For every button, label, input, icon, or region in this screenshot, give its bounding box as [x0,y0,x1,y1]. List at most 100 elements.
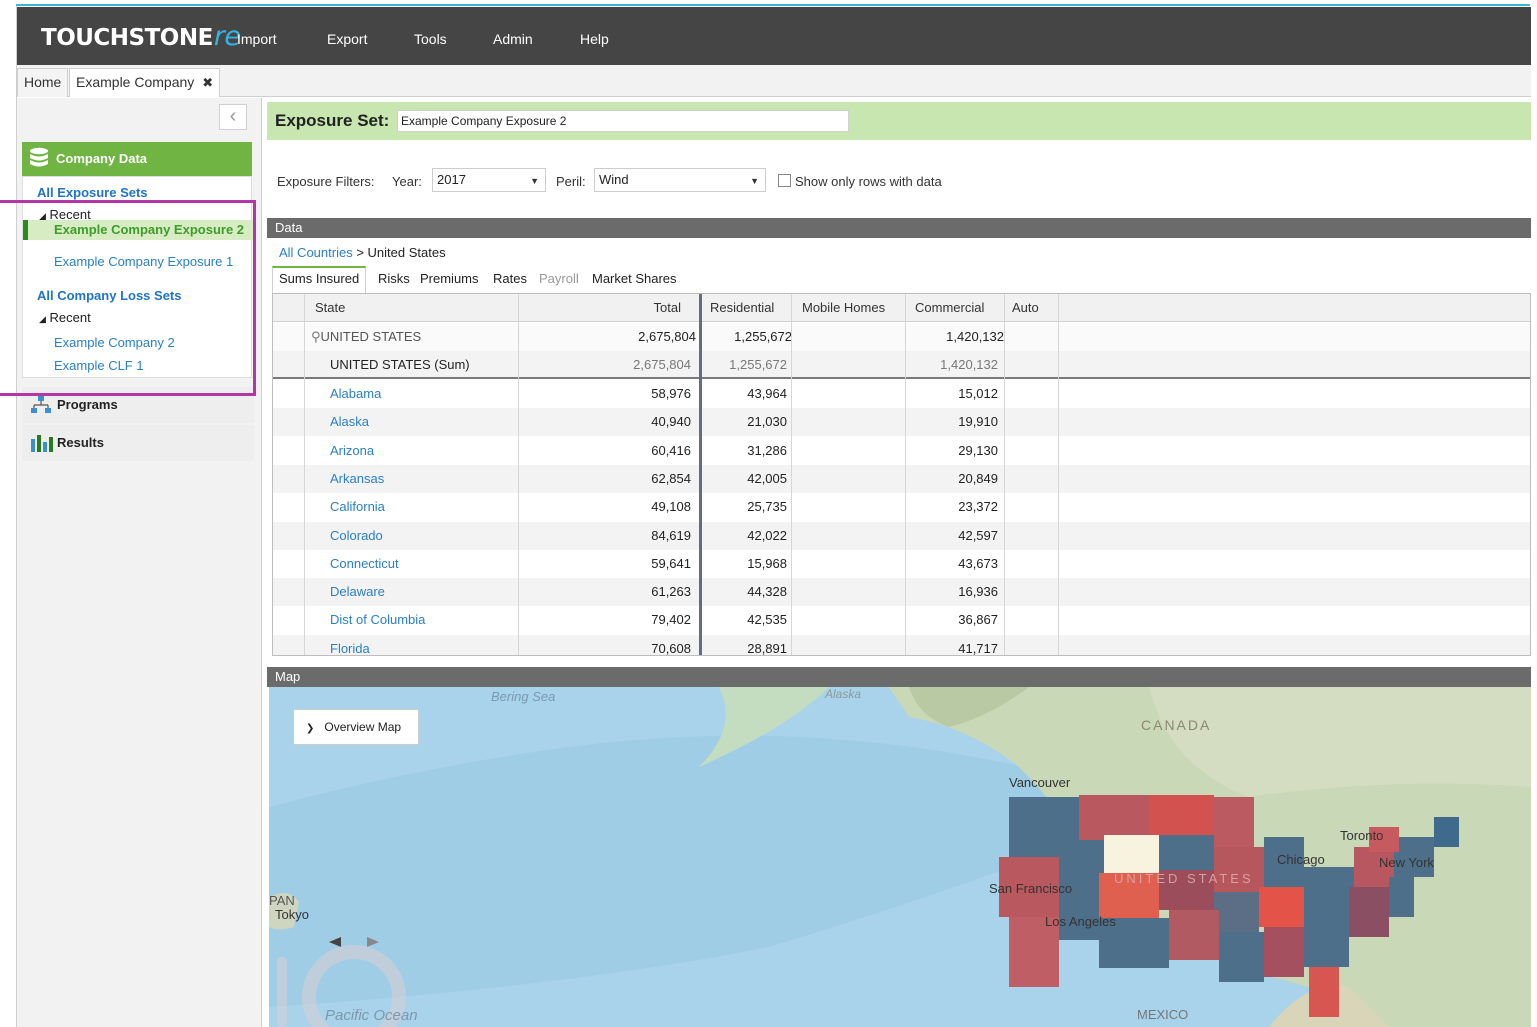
exposure-set-bar: Exposure Set: Example Company Exposure 2 [267,102,1531,140]
table-row[interactable]: Dist of Columbia 79,402 42,535 36,867 [273,606,1530,634]
column-header-state[interactable]: State [315,294,345,322]
map-label-new-york: New York [1379,855,1434,870]
menu-help[interactable]: Help [580,31,609,47]
recent-label: Recent [49,310,91,325]
expand-triangle-icon: ◢ [39,314,46,324]
loss-set-item[interactable]: Example Company 2 [54,335,175,350]
total-cell: 49,108 [651,499,691,515]
close-tab-icon[interactable]: ✖ [202,75,213,90]
state-link[interactable]: Connecticut [330,550,399,578]
all-loss-sets-link[interactable]: All Company Loss Sets [37,288,181,303]
column-divider [518,294,519,655]
state-link[interactable]: Colorado [330,522,383,550]
database-icon [30,147,48,167]
tab-home[interactable]: Home [17,68,69,97]
residential-cell: 15,968 [747,555,787,571]
state-link[interactable]: Delaware [330,578,385,606]
column-header-auto[interactable]: Auto [1012,294,1039,322]
column-divider [304,294,305,655]
commercial-cell: 20,849 [958,470,998,486]
map-label-united-states: UNITED STATES [1114,871,1254,886]
sidebar-item-programs[interactable]: Programs [22,387,254,423]
map-label-toronto: Toronto [1340,828,1384,843]
sum-row: UNITED STATES (Sum) 2,675,804 1,255,672 … [273,351,1530,379]
all-exposure-sets-link[interactable]: All Exposure Sets [37,185,148,200]
breadcrumb: All Countries > United States [279,245,446,260]
state-link[interactable]: Alaska [330,408,369,436]
company-data-label: Company Data [56,151,148,166]
recent-loss-toggle[interactable]: ◢ Recent [39,310,91,325]
residential-cell: 44,328 [747,584,787,600]
table-row[interactable]: Alabama 58,976 43,964 15,012 [273,380,1530,408]
peril-select[interactable]: Wind ▼ [594,168,766,192]
country-residential: 1,255,672 [734,329,792,344]
loss-set-item[interactable]: Example CLF 1 [54,358,144,373]
state-link[interactable]: Arkansas [330,465,384,493]
menu-export[interactable]: Export [327,31,367,47]
state-link[interactable]: Alabama [330,380,381,408]
column-header-commercial[interactable]: Commercial [915,294,984,322]
exposure-item[interactable]: Example Company Exposure 1 [54,254,233,269]
state-link[interactable]: California [330,493,385,521]
dropdown-caret-icon: ▼ [530,176,539,186]
tab-risks[interactable]: Risks [372,268,416,292]
tab-rates[interactable]: Rates [487,268,533,292]
menu-admin[interactable]: Admin [493,31,533,47]
commercial-cell: 16,936 [958,584,998,600]
column-header-mobile-homes[interactable]: Mobile Homes [802,294,885,322]
table-row[interactable]: California 49,108 25,735 23,372 [273,493,1530,521]
table-row[interactable]: Alaska 40,940 21,030 19,910 [273,408,1530,437]
state-link[interactable]: Dist of Columbia [330,606,425,634]
tab-payroll[interactable]: Payroll [533,268,585,292]
peril-label: Peril: [556,174,586,189]
exposure-set-field[interactable]: Example Company Exposure 2 [397,110,849,132]
total-cell: 60,416 [651,442,691,458]
chevron-down-icon: ❯ [306,723,315,734]
dropdown-caret-icon: ▼ [750,176,759,186]
map-label-san-francisco: San Francisco [989,881,1073,896]
commercial-cell: 43,673 [958,555,998,571]
breadcrumb-all-countries[interactable]: All Countries [279,245,353,260]
map-label-vancouver: Vancouver [1009,775,1071,790]
overview-map-button[interactable]: ❯ Overview Map [293,709,419,745]
column-header-residential[interactable]: Residential [710,294,774,322]
total-cell: 40,940 [651,414,691,430]
sidebar-item-results[interactable]: Results [22,425,254,461]
country-row[interactable]: ⚲UNITED STATES 2,675,804 1,255,672 1,420… [273,323,1530,351]
total-cell: 70,608 [651,640,691,656]
peril-value: Wind [599,172,629,187]
table-row[interactable]: Florida 70,608 28,891 41,717 [273,634,1530,656]
table-row[interactable]: Connecticut 59,641 15,968 43,673 [273,550,1530,578]
table-row[interactable]: Arizona 60,416 31,286 29,130 [273,437,1530,465]
show-only-rows-checkbox[interactable] [778,174,791,187]
commercial-cell: 19,910 [958,414,998,430]
tab-example-company[interactable]: Example Company ✖ [69,68,221,97]
state-link[interactable]: Arizona [330,437,374,465]
sum-label: UNITED STATES (Sum) [330,357,470,372]
menu-tools[interactable]: Tools [414,31,447,47]
state-link[interactable]: Florida [330,635,370,655]
tab-sums-insured[interactable]: Sums Insured [272,266,367,293]
results-chart-icon [31,435,53,452]
tab-market-shares[interactable]: Market Shares [586,268,683,292]
year-select[interactable]: 2017 ▼ [432,168,546,192]
residential-cell: 31,286 [747,442,787,458]
exposure-item-selected[interactable]: Example Company Exposure 2 [23,220,253,240]
residential-cell: 43,964 [747,386,787,401]
year-label: Year: [392,174,422,189]
map-label-canada: CANADA [1141,717,1212,733]
table-row[interactable]: Delaware 61,263 44,328 16,936 [273,578,1530,607]
country-name: UNITED STATES [320,329,422,344]
company-data-section-header[interactable]: Company Data [22,142,252,176]
column-header-total[interactable]: Total [603,294,681,322]
total-cell: 59,641 [651,555,691,571]
tab-premiums[interactable]: Premiums [414,268,485,292]
table-row[interactable]: Colorado 84,619 42,022 42,597 [273,521,1530,550]
exposure-map[interactable]: ❯ Overview Map Bering Sea Alaska CANADA V… [269,687,1531,1027]
residential-cell: 25,735 [747,499,787,515]
sum-residential: 1,255,672 [729,357,787,372]
table-row[interactable]: Arkansas 62,854 42,005 20,849 [273,464,1530,493]
menu-import[interactable]: Import [237,31,277,47]
collapse-sidebar-button[interactable]: ‹ [219,104,247,130]
exposure-filters: Exposure Filters: Year: 2017 ▼ Peril: Win… [267,140,1531,217]
